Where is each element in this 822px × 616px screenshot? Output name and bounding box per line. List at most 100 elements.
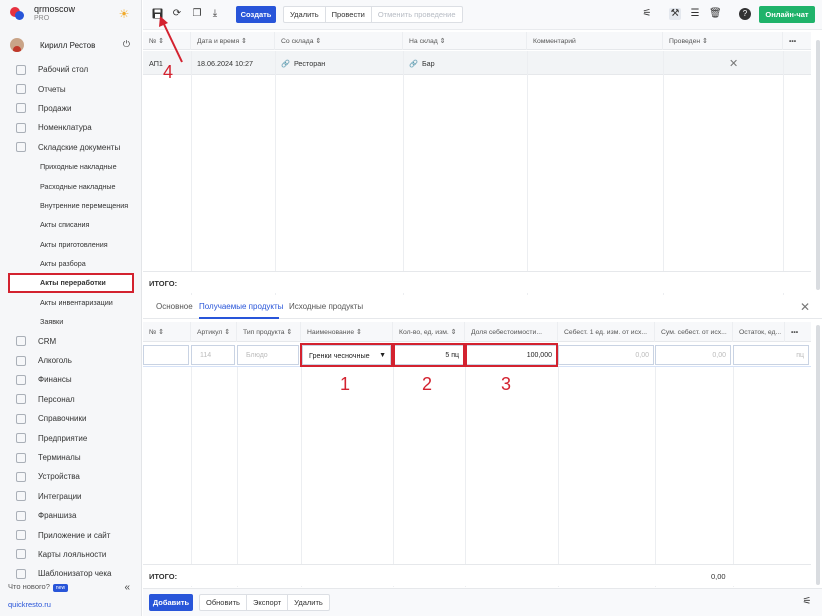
avatar <box>10 38 24 52</box>
col-datetime[interactable]: Дата и время ⇕ <box>191 32 275 50</box>
sidebar-item-label: Внутренние перемещения <box>40 200 129 210</box>
not-posted-icon: ✕ <box>729 57 739 70</box>
sidebar-item-22[interactable]: Интеграции <box>0 487 142 506</box>
sum-cost-input[interactable]: 0,00 <box>655 345 731 365</box>
sidebar-item-26[interactable]: Шаблонизатор чека <box>0 564 142 583</box>
sidebar-item-label: Алкоголь <box>38 356 72 366</box>
sidebar-item-15[interactable]: Алкоголь <box>0 351 142 370</box>
sidebar-item-3[interactable]: Номенклатура <box>0 118 142 137</box>
product-type-input[interactable]: Блюдо <box>237 345 299 365</box>
col-comment[interactable]: Комментарий <box>527 32 663 50</box>
sidebar-item-5[interactable]: Приходные накладные <box>0 157 142 176</box>
download-icon[interactable]: ⤓ <box>209 8 221 20</box>
pcol-type[interactable]: Тип продукта ⇕ <box>237 322 301 342</box>
sidebar-item-2[interactable]: Продажи <box>0 99 142 118</box>
sidebar-item-9[interactable]: Акты приготовления <box>0 235 142 254</box>
sidebar-item-12[interactable]: Акты инвентаризации <box>0 293 142 312</box>
row-to-warehouse[interactable]: 🔗 Бар <box>403 51 527 75</box>
sidebar-item-24[interactable]: Приложение и сайт <box>0 525 142 544</box>
whats-new[interactable]: Что нового? new « <box>8 582 134 593</box>
sidebar-item-16[interactable]: Финансы <box>0 370 142 389</box>
unit-cost-input[interactable]: 0,00 <box>558 345 654 365</box>
filter-settings-icon[interactable]: ⚟ <box>641 8 653 20</box>
doc-table-more-icon[interactable]: ••• <box>783 32 811 50</box>
sidebar-item-6[interactable]: Расходные накладные <box>0 176 142 195</box>
delete-rows-button[interactable]: Удалить <box>288 595 329 610</box>
collapse-sidebar-icon[interactable]: « <box>124 582 130 593</box>
sidebar-item-1[interactable]: Отчеты <box>0 79 142 98</box>
add-button[interactable]: Добавить <box>149 594 193 611</box>
unit-cost-value: 0,00 <box>635 351 649 359</box>
create-button[interactable]: Создать <box>236 6 276 23</box>
whats-new-label: Что нового? <box>8 582 50 591</box>
user-profile[interactable]: Кирилл Рестов ⏻ <box>10 36 134 54</box>
theme-sun-icon[interactable]: ☀ <box>118 8 130 20</box>
annotation-2: 2 <box>422 374 433 394</box>
product-total-label: ИТОГО: <box>149 572 178 581</box>
sidebar-item-4[interactable]: Складские документы <box>0 138 142 157</box>
pcol-qty[interactable]: Кол-во, ед. изм. ⇕ <box>393 322 465 342</box>
action-buttons: Удалить Провести Отменить проведение <box>283 6 463 23</box>
annotation-arrow-icon <box>159 16 183 63</box>
sidebar-item-18[interactable]: Справочники <box>0 409 142 428</box>
site-link[interactable]: quickresto.ru <box>8 600 51 609</box>
tools-icon[interactable]: ⚒ <box>669 8 681 20</box>
bottom-actions: Обновить Экспорт Удалить <box>199 594 330 611</box>
sidebar-item-8[interactable]: Акты списания <box>0 215 142 234</box>
col-to-warehouse[interactable]: На склад ⇕ <box>403 32 527 50</box>
copy-icon[interactable]: ❐ <box>191 8 203 20</box>
help-icon[interactable]: ? <box>739 8 751 20</box>
product-total-row: ИТОГО: 0,00 <box>143 564 811 586</box>
sidebar-item-11[interactable]: Акты переработки <box>8 273 134 293</box>
row-from-value: Ресторан <box>293 58 326 68</box>
pcol-name[interactable]: Наименование ⇕ <box>301 322 393 342</box>
post-button[interactable]: Провести <box>326 7 372 22</box>
brand[interactable]: qrmoscow PRO <box>10 5 75 23</box>
sidebar-item-label: Акты разбора <box>40 259 86 269</box>
row-to-value: Бар <box>421 58 435 68</box>
tab-source-products[interactable]: Исходные продукты <box>289 302 363 311</box>
tab-received-products[interactable]: Получаемые продукты <box>199 302 283 311</box>
sidebar-item-14[interactable]: CRM <box>0 331 142 350</box>
export-button[interactable]: Экспорт <box>247 595 289 610</box>
close-panel-icon[interactable]: ✕ <box>800 300 810 314</box>
pcol-article[interactable]: Артикул ⇕ <box>191 322 237 342</box>
trash-icon[interactable]: 🗑 <box>709 8 722 20</box>
sidebar-item-21[interactable]: Устройства <box>0 467 142 486</box>
delete-button[interactable]: Удалить <box>284 7 326 22</box>
unpost-button[interactable]: Отменить проведение <box>372 7 462 22</box>
sidebar-item-0[interactable]: Рабочий стол <box>0 60 142 79</box>
sidebar-item-label: Отчеты <box>38 84 66 94</box>
list-icon[interactable]: ☰ <box>689 8 701 20</box>
bottom-bar: Добавить Обновить Экспорт Удалить ⚟ <box>143 588 822 616</box>
pcol-sum-cost[interactable]: Сум. себест. от исх... <box>655 322 733 342</box>
col-from-warehouse[interactable]: Со склада ⇕ <box>275 32 403 50</box>
brand-plan: PRO <box>34 15 50 22</box>
sidebar-item-17[interactable]: Персонал <box>0 390 142 409</box>
power-icon[interactable]: ⏻ <box>123 39 130 50</box>
online-chat-button[interactable]: Онлайн-чат <box>759 6 815 23</box>
pcol-cost-share[interactable]: Доля себестоимости... <box>465 322 558 342</box>
sidebar-item-13[interactable]: Заявки <box>0 312 142 331</box>
article-input[interactable]: 114 <box>191 345 235 365</box>
sidebar-item-label: Франшиза <box>38 511 77 521</box>
column-settings-icon[interactable]: ⚟ <box>801 596 813 608</box>
refresh-button[interactable]: Обновить <box>200 595 247 610</box>
sidebar-item-20[interactable]: Терминалы <box>0 448 142 467</box>
sidebar-item-19[interactable]: Предприятие <box>0 428 142 447</box>
col-posted[interactable]: Проведен ⇕ <box>663 32 783 50</box>
sidebar-item-23[interactable]: Франшиза <box>0 506 142 525</box>
sidebar-item-7[interactable]: Внутренние перемещения <box>0 196 142 215</box>
pcol-unit-cost[interactable]: Себест. 1 ед. изм. от исх... <box>558 322 655 342</box>
pcol-rest[interactable]: Остаток, ед... <box>733 322 785 342</box>
nav-icon <box>16 374 26 385</box>
sidebar-item-25[interactable]: Карты лояльности <box>0 545 142 564</box>
pcol-number[interactable]: № ⇕ <box>143 322 191 342</box>
sidebar-item-10[interactable]: Акты разбора <box>0 254 142 273</box>
product-table-more-icon[interactable]: ••• <box>785 322 811 342</box>
row-number-input[interactable] <box>143 345 189 365</box>
tab-basic[interactable]: Основное <box>156 302 193 311</box>
annotation-3: 3 <box>501 374 512 394</box>
row-from-warehouse[interactable]: 🔗 Ресторан <box>275 51 403 75</box>
rest-input[interactable]: пц <box>733 345 809 365</box>
